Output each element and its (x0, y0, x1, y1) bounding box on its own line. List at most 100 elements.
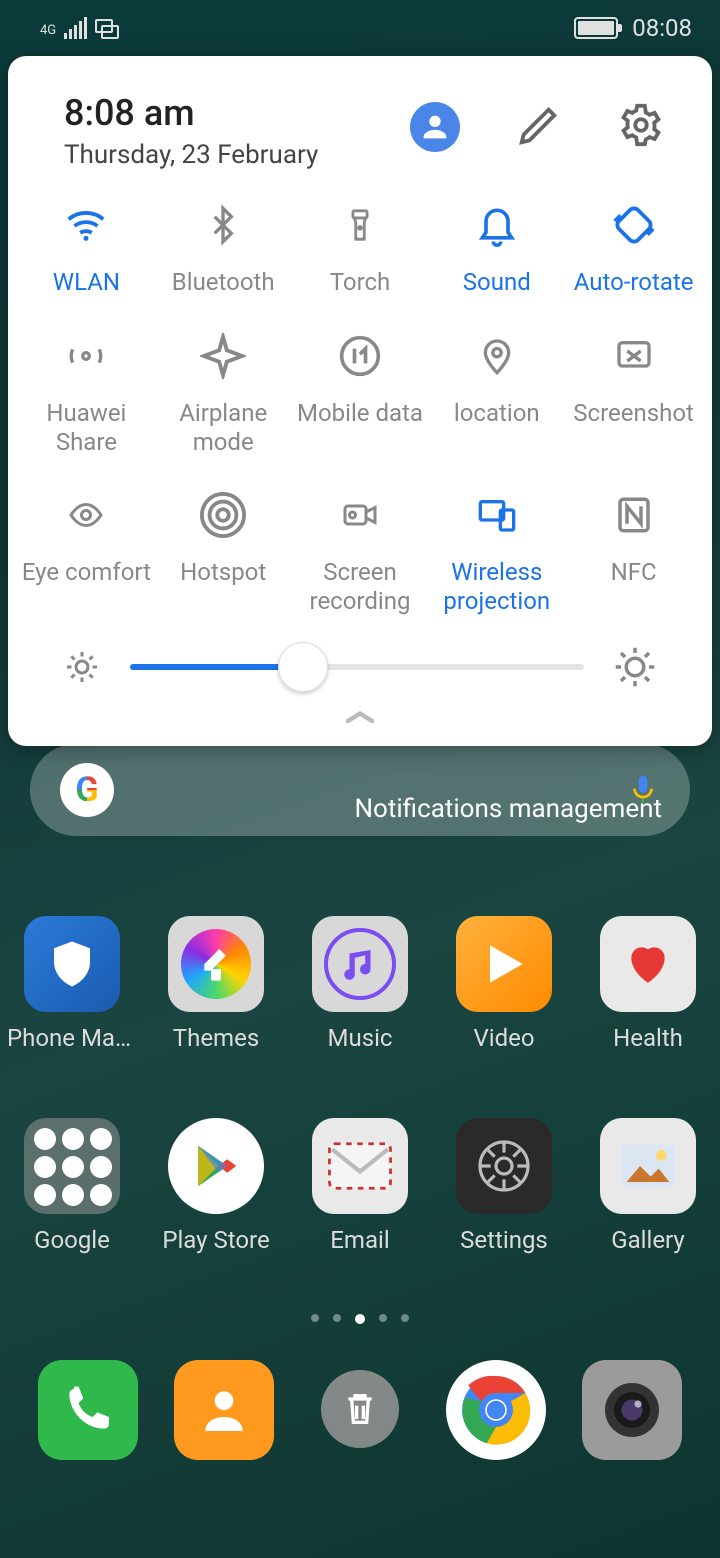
camera-icon (582, 1360, 682, 1460)
airplane-icon (198, 331, 248, 381)
tile-label: Huawei Share (18, 399, 155, 457)
tile-label: Bluetooth (172, 268, 275, 297)
gear-icon (456, 1118, 552, 1214)
tile-label: Hotspot (180, 558, 266, 587)
battery-icon (574, 17, 618, 39)
cast-icon (95, 19, 119, 39)
brightness-slider[interactable] (130, 664, 584, 670)
tile-hotspot[interactable]: Hotspot (155, 490, 292, 616)
tile-screen-recording[interactable]: Screen recording (292, 490, 429, 616)
app-phone-manager[interactable]: Phone Man.. (0, 916, 144, 1052)
app-music[interactable]: Music (288, 916, 432, 1052)
app-folder-google[interactable]: Google (0, 1118, 144, 1254)
dock (0, 1360, 720, 1460)
home-row-2: Google Play Store Email Settings Gallery (0, 1118, 720, 1254)
app-label: Health (613, 1024, 683, 1052)
tile-bluetooth[interactable]: Bluetooth (155, 200, 292, 297)
dock-camera[interactable] (564, 1360, 700, 1460)
profile-avatar-icon[interactable] (410, 102, 460, 152)
rotate-icon (609, 200, 659, 250)
app-label: Play Store (162, 1226, 269, 1254)
panel-header: 8:08 am Thursday, 23 February (8, 92, 712, 170)
tile-label: Wireless projection (428, 558, 565, 616)
chrome-icon (446, 1360, 546, 1460)
bluetooth-icon (198, 200, 248, 250)
dock-phone[interactable] (20, 1360, 156, 1460)
bell-icon (472, 200, 522, 250)
cast-icon (472, 490, 522, 540)
trash-icon (321, 1370, 399, 1448)
tile-wireless-projection[interactable]: Wireless projection (428, 490, 565, 616)
panel-time: 8:08 am (64, 92, 410, 134)
tile-wlan[interactable]: WLAN (18, 200, 155, 297)
eye-icon (61, 490, 111, 540)
tile-huawei-share[interactable]: Huawei Share (18, 331, 155, 457)
torch-icon (335, 200, 385, 250)
app-settings[interactable]: Settings (432, 1118, 576, 1254)
tile-sound[interactable]: Sound (428, 200, 565, 297)
tile-label: NFC (611, 558, 657, 587)
tile-label: Auto-rotate (574, 268, 694, 297)
camcorder-icon (335, 490, 385, 540)
play-icon (456, 916, 552, 1012)
status-right: 08:08 (574, 14, 692, 42)
dock-contacts[interactable] (156, 1360, 292, 1460)
signal-bars-icon (64, 17, 87, 39)
panel-date: Thursday, 23 February (64, 140, 410, 170)
page-indicator (0, 1314, 720, 1324)
brightness-slider-row (8, 616, 712, 688)
app-themes[interactable]: Themes (144, 916, 288, 1052)
app-label: Phone Man.. (7, 1024, 137, 1052)
contact-icon (174, 1360, 274, 1460)
tile-screenshot[interactable]: Screenshot (565, 331, 702, 457)
tile-eye-comfort[interactable]: Eye comfort (18, 490, 155, 616)
tile-location[interactable]: location (428, 331, 565, 457)
tile-label: Screen recording (292, 558, 429, 616)
tile-airplane[interactable]: Airplane mode (155, 331, 292, 457)
nfc-icon (609, 490, 659, 540)
edit-icon[interactable] (516, 102, 562, 152)
tile-auto-rotate[interactable]: Auto-rotate (565, 200, 702, 297)
network-type: 4G (40, 24, 56, 37)
screenshot-icon (609, 331, 659, 381)
envelope-icon (312, 1118, 408, 1214)
folder-icon (24, 1118, 120, 1214)
play-store-icon (168, 1118, 264, 1214)
music-icon (312, 916, 408, 1012)
expand-chevron-icon[interactable] (8, 688, 712, 732)
brightness-low-icon (64, 649, 100, 685)
app-label: Gallery (611, 1226, 685, 1254)
tile-mobile-data[interactable]: Mobile data (292, 331, 429, 457)
hotspot-icon (198, 490, 248, 540)
location-icon (472, 331, 522, 381)
app-label: Google (34, 1226, 110, 1254)
tile-torch[interactable]: Torch (292, 200, 429, 297)
brightness-thumb[interactable] (278, 642, 328, 692)
app-play-store[interactable]: Play Store (144, 1118, 288, 1254)
status-left: 4G (40, 17, 119, 39)
app-email[interactable]: Email (288, 1118, 432, 1254)
app-gallery[interactable]: Gallery (576, 1118, 720, 1254)
app-video[interactable]: Video (432, 916, 576, 1052)
tile-nfc[interactable]: NFC (565, 490, 702, 616)
tile-label: location (454, 399, 540, 428)
status-bar: 4G 08:08 (0, 0, 720, 55)
data-icon (335, 331, 385, 381)
gallery-icon (600, 1118, 696, 1214)
tile-label: Mobile data (297, 399, 423, 428)
phone-icon (38, 1360, 138, 1460)
app-label: Settings (460, 1226, 548, 1254)
tile-label: Eye comfort (22, 558, 151, 587)
dock-trash[interactable] (292, 1360, 428, 1460)
app-health[interactable]: Health (576, 916, 720, 1052)
wifi-icon (61, 200, 111, 250)
status-time: 08:08 (632, 14, 692, 42)
tile-label: Sound (463, 268, 531, 297)
heart-icon (600, 916, 696, 1012)
app-label: Email (330, 1226, 389, 1254)
app-label: Video (473, 1024, 534, 1052)
notifications-management-label[interactable]: Notifications management (30, 776, 690, 842)
dock-chrome[interactable] (428, 1360, 564, 1460)
settings-gear-icon[interactable] (618, 102, 664, 152)
app-label: Themes (173, 1024, 259, 1052)
